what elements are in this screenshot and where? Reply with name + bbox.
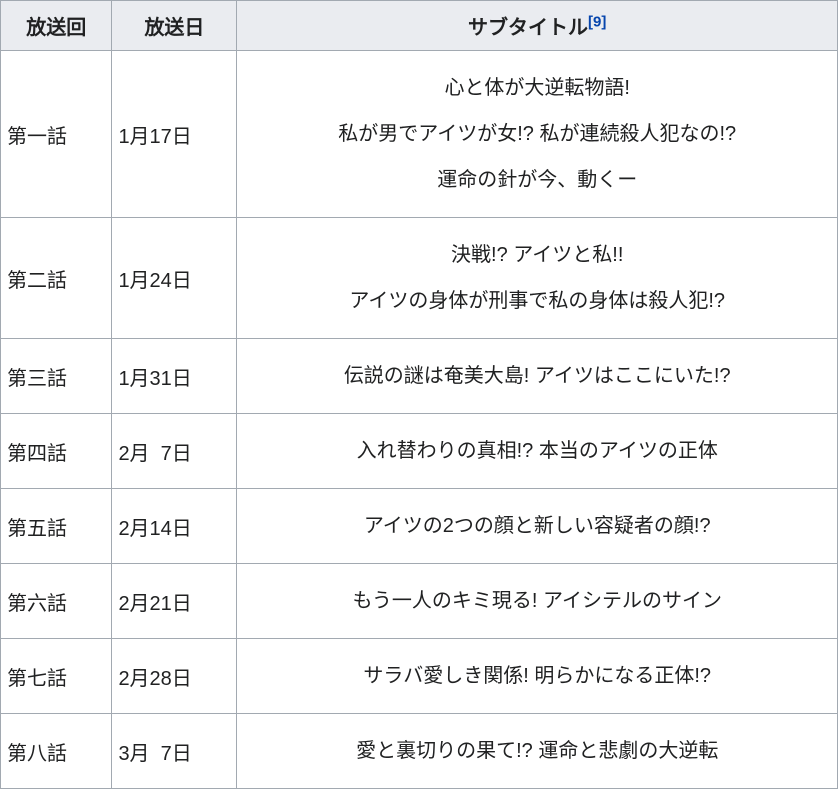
cell-date: 1月31日 [112,339,237,414]
cell-subtitle: アイツの2つの顔と新しい容疑者の顔!? [237,489,838,564]
reference-link[interactable]: [9] [588,13,606,30]
table-body: 第一話1月17日心と体が大逆転物語!私が男でアイツが女!? 私が連続殺人犯なの!… [1,51,838,789]
table-row: 第六話2月21日もう一人のキミ現る! アイシテルのサイン [1,564,838,639]
cell-date: 2月14日 [112,489,237,564]
cell-episode: 第二話 [1,218,112,339]
cell-date: 3月 7日 [112,714,237,789]
cell-subtitle: もう一人のキミ現る! アイシテルのサイン [237,564,838,639]
cell-episode: 第六話 [1,564,112,639]
table-header-row: 放送回 放送日 サブタイトル[9] [1,1,838,51]
header-subtitle-label: サブタイトル [468,17,588,39]
cell-subtitle: 心と体が大逆転物語!私が男でアイツが女!? 私が連続殺人犯なの!?運命の針が今、… [237,51,838,218]
table-row: 第七話2月28日サラバ愛しき関係! 明らかになる正体!? [1,639,838,714]
table-row: 第二話1月24日決戦!? アイツと私!!アイツの身体が刑事で私の身体は殺人犯!? [1,218,838,339]
table-row: 第五話2月14日アイツの2つの顔と新しい容疑者の顔!? [1,489,838,564]
cell-episode: 第五話 [1,489,112,564]
table-row: 第四話2月 7日入れ替わりの真相!? 本当のアイツの正体 [1,414,838,489]
header-subtitle: サブタイトル[9] [237,1,838,51]
cell-date: 2月21日 [112,564,237,639]
reference-superscript: [9] [588,13,606,30]
cell-episode: 第八話 [1,714,112,789]
cell-date: 1月17日 [112,51,237,218]
cell-subtitle: サラバ愛しき関係! 明らかになる正体!? [237,639,838,714]
cell-date: 2月 7日 [112,414,237,489]
cell-episode: 第一話 [1,51,112,218]
cell-subtitle: 決戦!? アイツと私!!アイツの身体が刑事で私の身体は殺人犯!? [237,218,838,339]
cell-subtitle: 伝説の謎は奄美大島! アイツはここにいた!? [237,339,838,414]
table-row: 第八話3月 7日愛と裏切りの果て!? 運命と悲劇の大逆転 [1,714,838,789]
episode-table: 放送回 放送日 サブタイトル[9] 第一話1月17日心と体が大逆転物語!私が男で… [0,0,838,789]
cell-date: 2月28日 [112,639,237,714]
header-date: 放送日 [112,1,237,51]
table-row: 第三話1月31日伝説の謎は奄美大島! アイツはここにいた!? [1,339,838,414]
cell-episode: 第四話 [1,414,112,489]
cell-subtitle: 入れ替わりの真相!? 本当のアイツの正体 [237,414,838,489]
table-row: 第一話1月17日心と体が大逆転物語!私が男でアイツが女!? 私が連続殺人犯なの!… [1,51,838,218]
header-episode: 放送回 [1,1,112,51]
cell-episode: 第七話 [1,639,112,714]
cell-date: 1月24日 [112,218,237,339]
cell-episode: 第三話 [1,339,112,414]
cell-subtitle: 愛と裏切りの果て!? 運命と悲劇の大逆転 [237,714,838,789]
